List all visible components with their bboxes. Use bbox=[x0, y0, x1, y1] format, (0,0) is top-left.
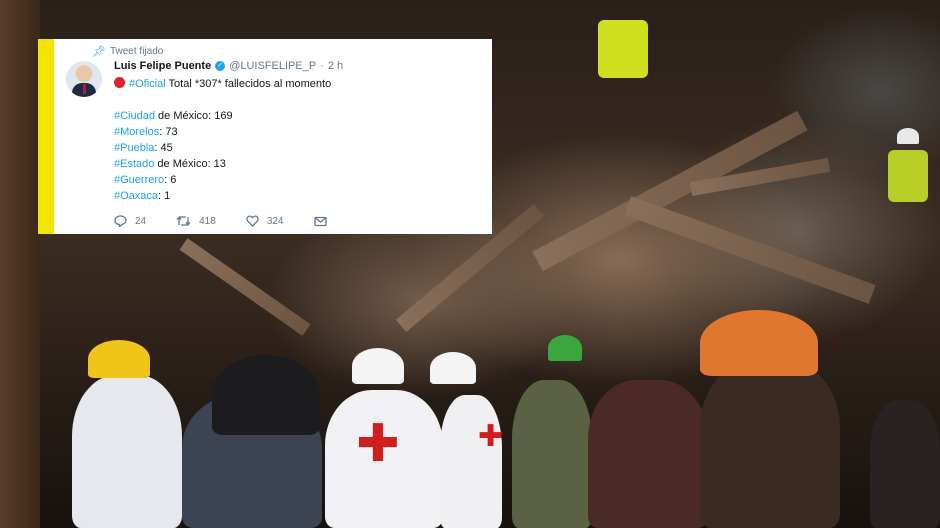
reply-icon bbox=[114, 215, 127, 227]
red-cross-symbol: ✚ bbox=[478, 419, 504, 454]
hashtag-link[interactable]: #Oficial bbox=[129, 78, 166, 90]
verified-badge-icon: ✓ bbox=[215, 61, 226, 71]
stat-text: de México: 169 bbox=[154, 110, 233, 122]
tweet-actions: 24 418 324 bbox=[114, 215, 357, 227]
worker-far-right bbox=[870, 400, 940, 528]
retweet-icon bbox=[176, 215, 191, 227]
retweet-button[interactable]: 418 bbox=[176, 215, 216, 227]
message-button[interactable] bbox=[313, 216, 327, 227]
reply-button[interactable]: 24 bbox=[114, 215, 146, 227]
hashtag-link[interactable]: #Guerrero bbox=[114, 174, 164, 186]
avatar[interactable] bbox=[66, 61, 102, 97]
yellow-helmet bbox=[88, 340, 150, 378]
line-break bbox=[114, 92, 331, 108]
white-helmet bbox=[352, 348, 404, 384]
hashtag-link[interactable]: #Morelos bbox=[114, 126, 159, 138]
white-helmet bbox=[430, 352, 476, 384]
retweet-count: 418 bbox=[199, 215, 216, 227]
tweet-text: Total *307* fallecidos al momento bbox=[165, 78, 332, 90]
tweet-card: 📌︎ Tweet fijado Luis Felipe Puente ✓ @LU… bbox=[38, 39, 492, 234]
stat-text: : 73 bbox=[159, 126, 178, 138]
rubble-beam bbox=[179, 238, 311, 336]
stat-line: #Ciudad de México: 169 bbox=[114, 108, 331, 124]
rescuer-vest bbox=[598, 20, 648, 78]
stat-text: : 6 bbox=[164, 174, 177, 186]
like-button[interactable]: 324 bbox=[246, 215, 284, 227]
tweet-timestamp[interactable]: 2 h bbox=[328, 60, 343, 72]
worker-orange-helmet bbox=[700, 360, 840, 528]
stat-line: #Oaxaca: 1 bbox=[114, 188, 331, 204]
stat-text: de México: 13 bbox=[154, 158, 226, 170]
red-circle-icon bbox=[114, 77, 125, 88]
tweet-body: #Oficial Total *307* fallecidos al momen… bbox=[114, 76, 331, 204]
pinned-label: 📌︎ Tweet fijado bbox=[92, 45, 163, 58]
green-helmet bbox=[548, 335, 582, 361]
bystander bbox=[588, 380, 708, 528]
pinned-text: Tweet fijado bbox=[109, 46, 164, 57]
pin-icon: 📌︎ bbox=[92, 46, 106, 58]
stat-line: #Guerrero: 6 bbox=[114, 172, 331, 188]
author-name[interactable]: Luis Felipe Puente bbox=[114, 60, 211, 72]
black-helmet bbox=[212, 355, 320, 435]
stat-line: #Estado de México: 13 bbox=[114, 156, 331, 172]
header-separator: · bbox=[320, 60, 324, 72]
avatar-tie bbox=[83, 84, 86, 94]
soldier bbox=[512, 380, 592, 528]
tweet-header: Luis Felipe Puente ✓ @LUISFELIPE_P · 2 h bbox=[114, 60, 343, 72]
hashtag-link[interactable]: #Estado bbox=[114, 158, 154, 170]
tweet-line-official: #Oficial Total *307* fallecidos al momen… bbox=[114, 76, 331, 92]
stat-text: : 1 bbox=[158, 190, 171, 202]
orange-helmet bbox=[700, 310, 818, 376]
stat-line: #Morelos: 73 bbox=[114, 124, 331, 140]
reply-count: 24 bbox=[135, 215, 147, 227]
hashtag-link[interactable]: #Puebla bbox=[114, 142, 154, 154]
red-cross-symbol: ✚ bbox=[356, 414, 400, 474]
author-handle[interactable]: @LUISFELIPE_P bbox=[229, 60, 316, 72]
red-cross-volunteer bbox=[440, 395, 502, 528]
rescuer-vest bbox=[888, 150, 928, 202]
envelope-icon bbox=[313, 216, 327, 226]
stat-text: : 45 bbox=[154, 142, 173, 154]
like-count: 324 bbox=[266, 215, 284, 227]
hashtag-link[interactable]: #Oaxaca bbox=[114, 190, 158, 202]
stat-line: #Puebla: 45 bbox=[114, 140, 331, 156]
hashtag-link[interactable]: #Ciudad bbox=[114, 110, 155, 122]
heart-icon bbox=[246, 215, 259, 227]
rescuer-helmet bbox=[897, 128, 919, 144]
building-wall bbox=[0, 0, 40, 528]
rescuer-left bbox=[72, 375, 182, 528]
rubble-beam bbox=[624, 196, 876, 304]
